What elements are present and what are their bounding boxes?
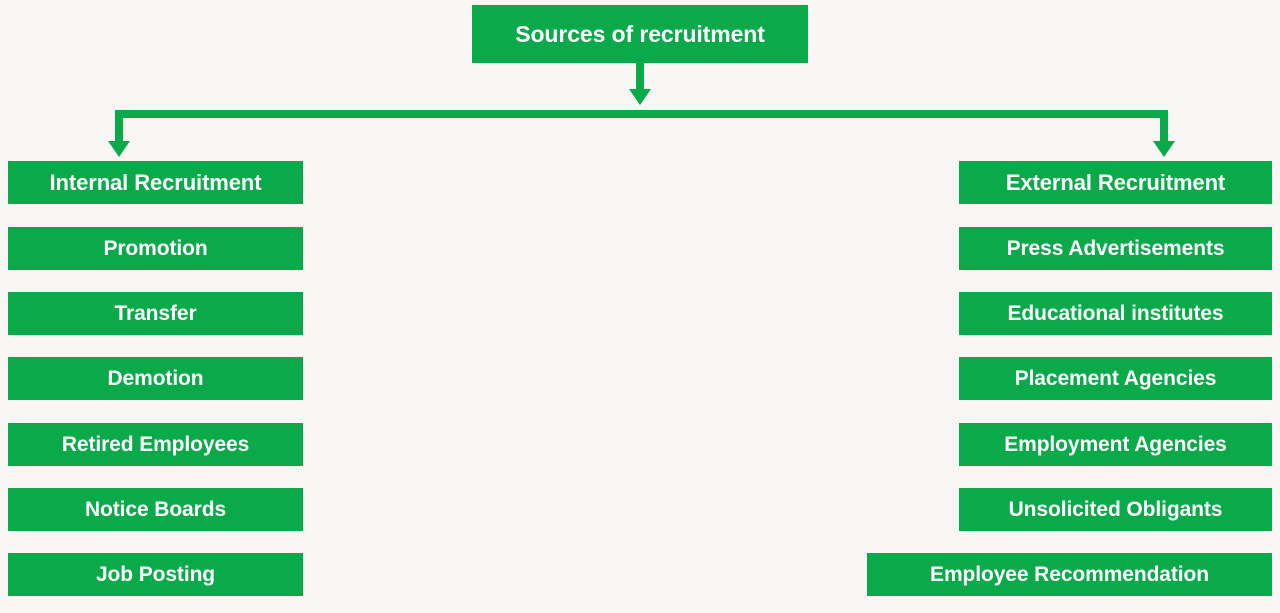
node-external-item-5: Employee Recommendation: [867, 553, 1272, 596]
node-external-item-4: Unsolicited Obligants: [959, 488, 1272, 531]
branch-heading-internal-recruitment: Internal Recruitment: [8, 161, 303, 204]
connector-root-arrowhead: [629, 89, 651, 105]
node-external-item-0: Press Advertisements: [959, 227, 1272, 270]
diagram-title-node: Sources of recruitment: [472, 5, 808, 63]
diagram-canvas: Sources of recruitment Internal Recruitm…: [0, 0, 1280, 613]
node-internal-item-2: Demotion: [8, 357, 303, 400]
node-external-item-3: Employment Agencies: [959, 423, 1272, 466]
node-internal-item-3: Retired Employees: [8, 423, 303, 466]
connector-horizontal-bar: [115, 110, 1168, 118]
connector-left-arrowhead: [108, 141, 130, 157]
connector-root-stem: [636, 63, 644, 90]
node-external-item-1: Educational institutes: [959, 292, 1272, 335]
node-external-item-2: Placement Agencies: [959, 357, 1272, 400]
connector-left-stem: [115, 110, 123, 142]
node-internal-item-4: Notice Boards: [8, 488, 303, 531]
node-internal-item-1: Transfer: [8, 292, 303, 335]
node-internal-item-0: Promotion: [8, 227, 303, 270]
connector-right-stem: [1160, 110, 1168, 142]
branch-heading-external-recruitment: External Recruitment: [959, 161, 1272, 204]
node-internal-item-5: Job Posting: [8, 553, 303, 596]
connector-right-arrowhead: [1153, 141, 1175, 157]
